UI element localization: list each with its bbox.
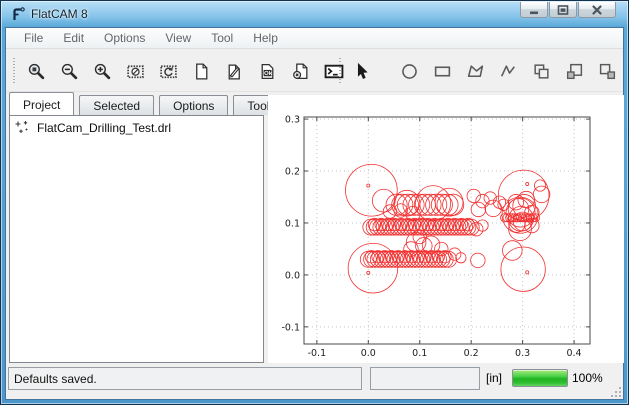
tree-item-drill-object[interactable]: FlatCam_Drilling_Test.drl bbox=[10, 116, 263, 136]
maximize-button[interactable] bbox=[549, 2, 577, 18]
clear-plot-button[interactable] bbox=[123, 56, 149, 86]
delete-object-icon bbox=[291, 62, 310, 81]
menu-options[interactable]: Options bbox=[94, 29, 155, 47]
subtract-icon bbox=[598, 62, 617, 81]
geometry-toolbar-drag-handle[interactable] bbox=[338, 58, 342, 84]
flatcam-logo-icon bbox=[10, 6, 26, 22]
toolbar: Ok bbox=[6, 50, 623, 92]
save-project-button[interactable]: Ok bbox=[255, 56, 281, 86]
svg-text:Ok: Ok bbox=[264, 71, 273, 77]
new-project-icon bbox=[192, 62, 211, 81]
menu-view[interactable]: View bbox=[155, 29, 201, 47]
tab-selected[interactable]: Selected bbox=[79, 95, 154, 115]
resize-grip[interactable] bbox=[609, 385, 621, 397]
draw-path-icon bbox=[499, 62, 518, 81]
draw-circle-icon bbox=[400, 62, 419, 81]
svg-text:0.3: 0.3 bbox=[285, 115, 300, 126]
status-message: Defaults saved. bbox=[14, 372, 97, 386]
svg-text:0.1: 0.1 bbox=[285, 218, 300, 229]
svg-text:0.0: 0.0 bbox=[361, 348, 376, 359]
svg-text:0.0: 0.0 bbox=[285, 270, 300, 281]
progress-bar bbox=[512, 369, 568, 387]
draw-polygon-icon bbox=[466, 62, 485, 81]
open-project-icon bbox=[225, 62, 244, 81]
close-icon bbox=[591, 4, 603, 16]
status-aux-panel bbox=[370, 367, 480, 390]
replot-button[interactable] bbox=[156, 56, 182, 86]
delete-object-button[interactable] bbox=[288, 56, 314, 86]
zoom-fit-button[interactable] bbox=[24, 56, 50, 86]
minimize-icon bbox=[528, 4, 540, 16]
minimize-button[interactable] bbox=[520, 2, 548, 18]
svg-text:-0.1: -0.1 bbox=[308, 348, 327, 359]
draw-circle-button[interactable] bbox=[397, 56, 423, 86]
zoom-out-icon bbox=[60, 62, 79, 81]
svg-text:0.2: 0.2 bbox=[464, 348, 479, 359]
svg-text:0.2: 0.2 bbox=[285, 167, 300, 178]
title-bar[interactable]: FlatCAM 8 bbox=[1, 1, 628, 27]
pointer-icon bbox=[353, 62, 372, 81]
zoom-in-icon bbox=[93, 62, 112, 81]
window-title: FlatCAM 8 bbox=[31, 7, 88, 21]
status-bar: Defaults saved. [in] 100% bbox=[6, 364, 623, 399]
svg-text:0.4: 0.4 bbox=[566, 348, 581, 359]
status-message-panel: Defaults saved. bbox=[8, 367, 362, 390]
intersection-button[interactable] bbox=[562, 56, 588, 86]
draw-rectangle-icon bbox=[433, 62, 452, 81]
units-indicator: [in] bbox=[486, 371, 502, 385]
zoom-in-button[interactable] bbox=[90, 56, 116, 86]
progress-percent: 100% bbox=[572, 371, 603, 385]
union-icon bbox=[532, 62, 551, 81]
open-project-button[interactable] bbox=[222, 56, 248, 86]
client-area: FileEditOptionsViewToolHelp bbox=[5, 27, 624, 400]
new-project-button[interactable] bbox=[189, 56, 215, 86]
draw-polygon-button[interactable] bbox=[463, 56, 489, 86]
union-button[interactable] bbox=[529, 56, 555, 86]
draw-path-button[interactable] bbox=[496, 56, 522, 86]
replot-icon bbox=[159, 62, 178, 81]
toolbar-drag-handle[interactable] bbox=[12, 58, 16, 84]
tab-project[interactable]: Project bbox=[9, 92, 74, 115]
zoom-out-button[interactable] bbox=[57, 56, 83, 86]
tab-bar: ProjectSelectedOptionsTool bbox=[9, 92, 266, 115]
subtract-button[interactable] bbox=[595, 56, 621, 86]
draw-rectangle-button[interactable] bbox=[430, 56, 456, 86]
app-window: FlatCAM 8 FileEditOptionsViewToolHelp bbox=[0, 0, 629, 405]
menu-help[interactable]: Help bbox=[243, 29, 288, 47]
menu-tool[interactable]: Tool bbox=[201, 29, 243, 47]
drill-object-icon bbox=[14, 120, 31, 136]
menu-file[interactable]: File bbox=[14, 29, 53, 47]
menu-bar: FileEditOptionsViewToolHelp bbox=[6, 28, 623, 49]
plot-panel[interactable]: -0.1 0.0 0.1 0.2 0.3 0.4 -0.1 0.0 0.1 0.2 0.3 bbox=[268, 95, 624, 363]
maximize-icon bbox=[557, 4, 569, 16]
svg-text:-0.1: -0.1 bbox=[281, 322, 300, 333]
svg-text:0.3: 0.3 bbox=[515, 348, 530, 359]
tab-options[interactable]: Options bbox=[159, 95, 228, 115]
pointer-tool-button[interactable] bbox=[350, 56, 376, 86]
intersection-icon bbox=[565, 62, 584, 81]
save-project-icon: Ok bbox=[258, 62, 277, 81]
tree-item-label: FlatCam_Drilling_Test.drl bbox=[37, 121, 171, 135]
svg-text:0.1: 0.1 bbox=[412, 348, 427, 359]
project-tree-panel[interactable]: FlatCam_Drilling_Test.drl bbox=[9, 115, 264, 363]
menu-edit[interactable]: Edit bbox=[53, 29, 94, 47]
drill-plot[interactable]: -0.1 0.0 0.1 0.2 0.3 0.4 -0.1 0.0 0.1 0.2 0.3 bbox=[268, 95, 624, 368]
close-button[interactable] bbox=[578, 2, 616, 18]
clear-plot-icon bbox=[126, 62, 145, 81]
zoom-fit-icon bbox=[27, 62, 46, 81]
